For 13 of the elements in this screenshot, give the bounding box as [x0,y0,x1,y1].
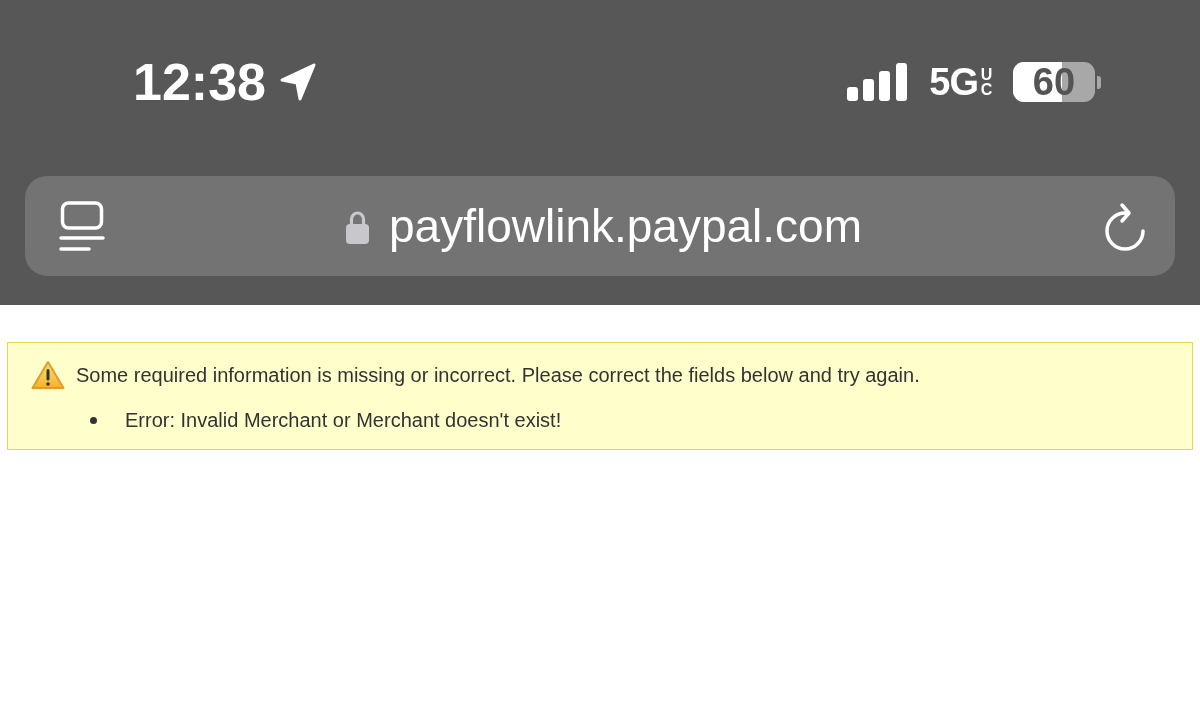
network-type: 5G [929,63,978,101]
alert-message: Some required information is missing or incorrect. Please correct the fields below and try again. [76,363,920,387]
warning-icon [31,360,65,390]
address-bar[interactable]: payflowlink.paypal.com [25,176,1175,276]
battery-percent: 60 [1031,62,1077,102]
network-sublabel: UC [980,67,993,97]
location-arrow-icon [279,62,317,102]
status-time: 12:38 [133,56,266,108]
reload-icon[interactable] [1103,201,1147,251]
bullet-icon [90,416,97,424]
tabs-icon[interactable] [59,201,105,251]
error-message: Error: Invalid Merchant or Merchant doesn't exist! [125,408,562,432]
signal-icon [847,63,908,101]
